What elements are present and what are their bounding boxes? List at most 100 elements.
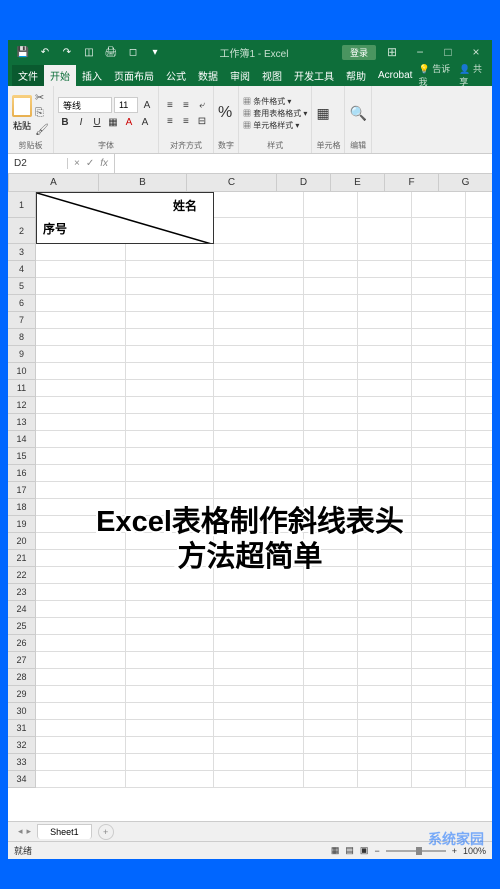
fill-color-button[interactable]: A: [122, 115, 136, 129]
tell-me[interactable]: 💡 告诉我: [418, 62, 455, 88]
view-normal-icon[interactable]: ▦: [331, 845, 340, 856]
row-header[interactable]: 6: [8, 295, 36, 312]
row-header[interactable]: 14: [8, 431, 36, 448]
col-header-F[interactable]: F: [385, 174, 439, 191]
editing-button[interactable]: 🔍: [349, 105, 366, 122]
percent-button[interactable]: %: [218, 104, 232, 122]
row-header[interactable]: 23: [8, 584, 36, 601]
zoom-slider[interactable]: [386, 850, 446, 852]
row-header[interactable]: 34: [8, 771, 36, 788]
increase-font-icon[interactable]: A: [140, 98, 154, 112]
conditional-format-button[interactable]: ▦ 条件格式 ▾: [243, 96, 307, 107]
minimize-icon[interactable]: −: [408, 45, 432, 60]
qat-icon-3[interactable]: ◻: [126, 45, 140, 59]
align-left-icon[interactable]: ≡: [163, 114, 177, 128]
login-button[interactable]: 登录: [342, 45, 376, 60]
menu-insert[interactable]: 插入: [76, 65, 108, 86]
row-header[interactable]: 1: [8, 192, 36, 218]
row-header[interactable]: 15: [8, 448, 36, 465]
tab-nav-last-icon[interactable]: ▸: [27, 826, 32, 837]
row-header[interactable]: 30: [8, 703, 36, 720]
row-header[interactable]: 28: [8, 669, 36, 686]
merge-icon[interactable]: ⊟: [195, 114, 209, 128]
font-color-button[interactable]: A: [138, 115, 152, 129]
ribbon-options-icon[interactable]: ⊞: [380, 45, 404, 60]
row-header[interactable]: 9: [8, 346, 36, 363]
cells-button[interactable]: ▦: [316, 105, 329, 122]
save-icon[interactable]: 💾: [16, 45, 30, 59]
zoom-out-icon[interactable]: −: [374, 846, 379, 856]
tab-nav-first-icon[interactable]: ◂: [18, 826, 23, 837]
row-header[interactable]: 4: [8, 261, 36, 278]
row-header[interactable]: 33: [8, 754, 36, 771]
row-header[interactable]: 5: [8, 278, 36, 295]
view-break-icon[interactable]: ▣: [360, 845, 369, 856]
menu-home[interactable]: 开始: [44, 65, 76, 86]
wrap-icon[interactable]: ⤶: [195, 98, 209, 112]
add-sheet-button[interactable]: +: [98, 824, 114, 840]
row-header[interactable]: 24: [8, 601, 36, 618]
col-header-B[interactable]: B: [99, 174, 187, 191]
row-header[interactable]: 25: [8, 618, 36, 635]
paste-button[interactable]: 粘贴: [12, 95, 32, 132]
row-header[interactable]: 19: [8, 516, 36, 533]
view-layout-icon[interactable]: ▤: [345, 845, 354, 856]
row-header[interactable]: 22: [8, 567, 36, 584]
diagonal-header-cell[interactable]: 姓名 序号: [36, 192, 214, 244]
close-icon[interactable]: ×: [464, 45, 488, 60]
menu-acrobat[interactable]: Acrobat: [372, 67, 418, 84]
cells-area[interactable]: 姓名 序号: [36, 192, 492, 788]
enter-formula-icon[interactable]: ✓: [86, 158, 94, 169]
menu-dev[interactable]: 开发工具: [288, 65, 340, 86]
col-header-E[interactable]: E: [331, 174, 385, 191]
maximize-icon[interactable]: □: [436, 45, 460, 60]
col-header-G[interactable]: G: [439, 174, 492, 191]
menu-file[interactable]: 文件: [12, 65, 44, 86]
row-header[interactable]: 21: [8, 550, 36, 567]
redo-icon[interactable]: ↷: [60, 45, 74, 59]
row-header[interactable]: 8: [8, 329, 36, 346]
menu-view[interactable]: 视图: [256, 65, 288, 86]
row-header[interactable]: 32: [8, 737, 36, 754]
cut-icon[interactable]: ✂: [35, 91, 49, 104]
row-header[interactable]: 29: [8, 686, 36, 703]
row-header[interactable]: 16: [8, 465, 36, 482]
align-mid-icon[interactable]: ≡: [179, 98, 193, 112]
align-top-icon[interactable]: ≡: [163, 98, 177, 112]
row-header[interactable]: 26: [8, 635, 36, 652]
row-header[interactable]: 18: [8, 499, 36, 516]
format-painter-icon[interactable]: 🖌: [35, 123, 49, 136]
row-header[interactable]: 3: [8, 244, 36, 261]
qat-dropdown-icon[interactable]: ▾: [148, 45, 162, 59]
row-header[interactable]: 31: [8, 720, 36, 737]
menu-formulas[interactable]: 公式: [160, 65, 192, 86]
row-header[interactable]: 12: [8, 397, 36, 414]
name-box[interactable]: D2: [8, 158, 68, 169]
italic-button[interactable]: I: [74, 115, 88, 129]
bold-button[interactable]: B: [58, 115, 72, 129]
undo-icon[interactable]: ↶: [38, 45, 52, 59]
row-header[interactable]: 11: [8, 380, 36, 397]
row-header[interactable]: 20: [8, 533, 36, 550]
row-header[interactable]: 27: [8, 652, 36, 669]
align-center-icon[interactable]: ≡: [179, 114, 193, 128]
share-button[interactable]: 👤 共享: [459, 62, 488, 88]
row-header[interactable]: 13: [8, 414, 36, 431]
row-header[interactable]: 17: [8, 482, 36, 499]
copy-icon[interactable]: ⎘: [35, 107, 49, 120]
qat-icon-1[interactable]: ◫: [82, 45, 96, 59]
fx-icon[interactable]: fx: [100, 158, 108, 169]
menu-layout[interactable]: 页面布局: [108, 65, 160, 86]
qat-icon-2[interactable]: 🖨: [104, 45, 118, 59]
sheet-tab[interactable]: Sheet1: [37, 824, 92, 839]
row-header[interactable]: 7: [8, 312, 36, 329]
cell-styles-button[interactable]: ▦ 单元格样式 ▾: [243, 120, 307, 131]
font-size-combo[interactable]: 11: [114, 97, 138, 113]
row-header[interactable]: 10: [8, 363, 36, 380]
col-header-D[interactable]: D: [277, 174, 331, 191]
border-button[interactable]: ▦: [106, 115, 120, 129]
menu-data[interactable]: 数据: [192, 65, 224, 86]
underline-button[interactable]: U: [90, 115, 104, 129]
col-header-A[interactable]: A: [9, 174, 99, 191]
table-format-button[interactable]: ▦ 套用表格格式 ▾: [243, 108, 307, 119]
